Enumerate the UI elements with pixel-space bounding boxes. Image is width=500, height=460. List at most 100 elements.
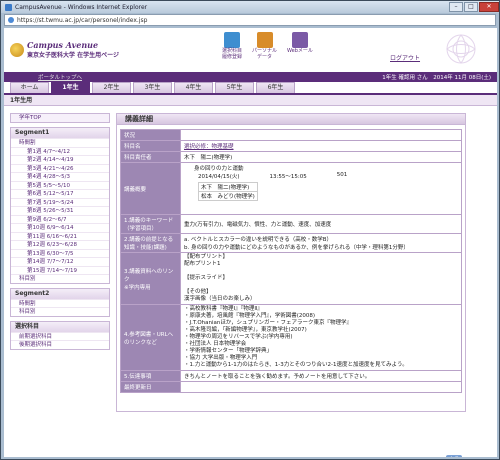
course-registration-link[interactable]: 選択科目 履修登録 (222, 32, 242, 60)
tab-grade-3[interactable]: 3年生 (133, 82, 172, 93)
lecture-detail-title: 講義詳細 (116, 113, 466, 125)
lecture-detail-frame: 状況 科目名 選択必修：物理基礎 科目責任者 木下 陽二(物理学) 講義概要 身… (116, 125, 466, 412)
site-header: Campus Avenue 東京女子医科大学 在学生用ページ 選択科目 履修登録… (4, 28, 497, 72)
web-mail-icon (291, 32, 308, 48)
segment2-title: Segment2 (11, 288, 109, 299)
tab-grade-6[interactable]: 6年生 (256, 82, 295, 93)
week-item[interactable]: 第5週 5/5〜5/10 (11, 180, 109, 190)
elective-title: 選択科目 (11, 321, 109, 332)
subject-label: 科目名 (120, 140, 181, 152)
header-icons: 選択科目 履修登録 パーソナル データ Webメール (222, 32, 313, 60)
week-item[interactable]: 第9週 6/2〜6/7 (11, 214, 109, 224)
data-icon (256, 32, 273, 48)
page: Campus Avenue 東京女子医科大学 在学生用ページ 選択科目 履修登録… (4, 28, 497, 457)
summary-room: 501 (336, 172, 348, 178)
user-bar: ポータルトップへ 1年生 確認用 さん 2014年 11月 08日(土) (4, 72, 497, 82)
table-row: 4.参考図書・URLへのリンクなど ・高校教科書『物理Ⅰ』『物理Ⅱ』 ・原康夫著… (120, 304, 462, 371)
table-row: 3.講義資料へのリンク ※学内専用 【配布プリント】 配布プリント1 【提示スラ… (120, 252, 462, 305)
globe-icon (8, 17, 14, 23)
table-row: 5.伝達事項 きちんとノートを取ることを強く勧めます。予めノートを用意して下さい… (120, 370, 462, 382)
staff-2: 松本 みどり(物理学) (198, 191, 258, 201)
status-value (180, 129, 462, 141)
segment1-subject[interactable]: 科目別 (11, 274, 109, 283)
personal-data-link[interactable]: パーソナル データ (252, 32, 277, 60)
window-title: CampusAvenue - Windows Internet Explorer (15, 3, 148, 11)
tab-grade-4[interactable]: 4年生 (174, 82, 213, 93)
summary-label: 講義概要 (120, 162, 181, 215)
window-titlebar: CampusAvenue - Windows Internet Explorer… (1, 1, 499, 13)
teacher-value: 木下 陽二(物理学) (180, 151, 462, 163)
table-row: 最終更新日 (120, 381, 462, 393)
status-label: 状況 (120, 129, 181, 141)
week-item[interactable]: 第7週 5/19〜5/24 (11, 197, 109, 207)
logo-title: Campus Avenue (27, 40, 99, 50)
material-value[interactable]: 【配布プリント】 配布プリント1 【提示スライド】 【その他】 漢字画像（当日の… (180, 252, 462, 305)
prerequisite-value: a. ベクトルとスカラーの違いを説明できる（高校・数学B） b. 身の回りの力や… (180, 233, 462, 253)
grade-tabs: ホーム 1年生 2年生 3年生 4年生 5年生 6年生 (4, 82, 497, 95)
personal-data-label: パーソナル データ (252, 48, 278, 60)
week-item[interactable]: 第15週 7/14〜7/19 (11, 265, 109, 275)
week-item[interactable]: 第3週 4/21〜4/26 (11, 163, 109, 173)
keyword-label: 1.講義のキーワード（学習項目） (120, 214, 181, 234)
flower-decoration-icon (446, 34, 476, 64)
summary-time: 13:55〜15:05 (269, 174, 307, 180)
week-item[interactable]: 第6週 5/12〜5/17 (11, 189, 109, 198)
address-bar[interactable]: https://st.twmu.ac.jp/car/personel/index… (4, 14, 496, 26)
week-item[interactable]: 第13週 6/30〜7/5 (11, 248, 109, 258)
week-item[interactable]: 第10週 6/9〜6/14 (11, 223, 109, 232)
week-list: 第1週 4/7〜4/12 第2週 4/14〜4/19 第3週 4/21〜4/26 第4… (11, 146, 109, 275)
week-item[interactable]: 第12週 6/23〜6/28 (11, 240, 109, 249)
tab-home[interactable]: ホーム (10, 82, 49, 93)
week-item[interactable]: 第11週 6/16〜6/21 (11, 231, 109, 241)
updated-label: 最終更新日 (120, 381, 181, 393)
table-row: 講義概要 身の回りの力と運動 2014/04/15(火) 13:55〜15:05… (120, 162, 462, 215)
elective-section: 選択科目 前期選択科目 後期選択科目 (10, 320, 110, 350)
week-item[interactable]: 第2週 4/14〜4/19 (11, 155, 109, 164)
lecture-detail-table: 状況 科目名 選択必修：物理基礎 科目責任者 木下 陽二(物理学) 講義概要 身… (120, 129, 462, 393)
keyword-value: 重力(万有引力)、電磁気力、慣性、力と運動、速度、加速度 (180, 214, 462, 234)
prerequisite-label: 2.講義の前提となる知識・技能(課題) (120, 233, 181, 253)
segment2-timetable[interactable]: 時間割 (11, 298, 109, 308)
week-item[interactable]: 第14週 7/7〜7/12 (11, 257, 109, 266)
user-info: 1年生 確認用 さん 2014年 11月 08日(土) (382, 75, 491, 81)
logo[interactable]: Campus Avenue 東京女子医科大学 在学生用ページ (10, 40, 119, 59)
portal-top-link[interactable]: ポータルトップへ (38, 73, 82, 81)
logo-subtitle: 東京女子医科大学 在学生用ページ (27, 52, 119, 59)
subject-link[interactable]: 選択必修：物理基礎 (184, 144, 234, 150)
segment1-timetable[interactable]: 時間割 (11, 138, 109, 147)
summary-date: 2014/04/15(火) (198, 174, 240, 180)
tab-grade-5[interactable]: 5年生 (215, 82, 254, 93)
notice-value: きちんとノートを取ることを強く勧めます。予めノートを用意して下さい。 (180, 370, 462, 382)
segment1-title: Segment1 (11, 128, 109, 138)
segment2-subject[interactable]: 科目別 (11, 307, 109, 316)
web-mail-label: Webメール (287, 48, 313, 54)
ie-icon (5, 3, 12, 11)
tab-grade-1[interactable]: 1年生 (51, 82, 90, 93)
url-text[interactable]: https://st.twmu.ac.jp/car/personel/index… (17, 17, 147, 24)
week-item[interactable]: 第1週 4/7〜4/12 (11, 146, 109, 156)
browser-window: CampusAvenue - Windows Internet Explorer… (0, 0, 500, 460)
week-item[interactable]: 第4週 4/28〜5/3 (11, 172, 109, 181)
elective-second-half[interactable]: 後期選択科目 (11, 340, 109, 349)
week-item[interactable]: 第8週 5/26〜5/31 (11, 206, 109, 215)
close-button[interactable]: ✕ (479, 2, 499, 12)
year-title: 1年生用 (4, 95, 497, 106)
maximize-button[interactable]: □ (464, 2, 478, 12)
summary-title: 身の回りの力と運動 (194, 166, 244, 172)
tab-grade-2[interactable]: 2年生 (92, 82, 131, 93)
table-row: 科目責任者 木下 陽二(物理学) (120, 151, 462, 163)
notice-label: 5.伝達事項 (120, 370, 181, 382)
logout-link[interactable]: ログアウト (390, 53, 420, 62)
course-registration-label: 選択科目 履修登録 (222, 48, 243, 60)
minimize-button[interactable]: – (449, 2, 463, 12)
elective-first-half[interactable]: 前期選択科目 (11, 331, 109, 341)
back-button[interactable]: 戻る (446, 455, 462, 457)
table-row: 1.講義のキーワード（学習項目） 重力(万有引力)、電磁気力、慣性、力と運動、速… (120, 214, 462, 234)
teacher-label: 科目責任者 (120, 151, 181, 163)
reference-value[interactable]: ・高校教科書『物理Ⅰ』『物理Ⅱ』 ・原康夫著，培風館『物理学入門』，学術図書(2… (180, 304, 462, 371)
staff-1: 木下 陽二(物理学) (198, 182, 258, 192)
updated-value (180, 381, 462, 393)
web-mail-link[interactable]: Webメール (287, 32, 313, 60)
sidebar-grade-top[interactable]: 学年TOP (10, 113, 110, 123)
table-row: 2.講義の前提となる知識・技能(課題) a. ベクトルとスカラーの違いを説明でき… (120, 233, 462, 253)
